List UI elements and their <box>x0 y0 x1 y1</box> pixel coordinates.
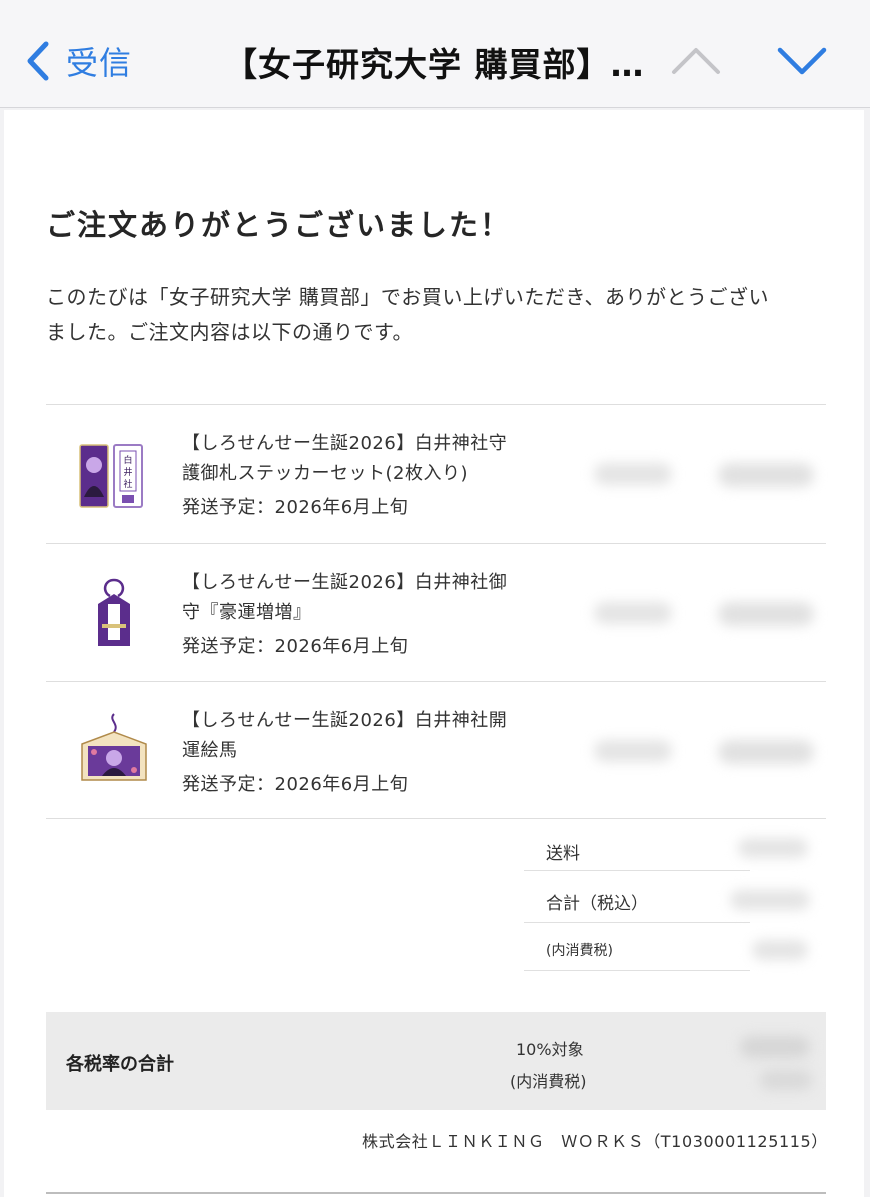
order-item: 白 井 社 【しろせんせー生誕2026】白井神社守 護御札ステッカーセット(2枚… <box>46 405 826 543</box>
total-label: 合計（税込） <box>546 894 648 914</box>
svg-text:井: 井 <box>123 466 132 478</box>
previous-message-icon[interactable] <box>666 38 726 84</box>
redacted-tax-amount <box>760 1070 812 1090</box>
tax-rate-summary: 各税率の合計 10%対象 (内消費税) <box>46 1012 826 1110</box>
intro-line: このたびは「女子研究大学 購買部」でお買い上げいただき、ありがとうござい <box>46 285 769 309</box>
email-heading: ご注文ありがとうございました！ <box>46 208 512 242</box>
tax-rate-note: (内消費税) <box>510 1072 587 1091</box>
shipping-fee-row: 送料 <box>524 824 750 871</box>
total-row: 合計（税込） <box>524 871 750 923</box>
shipping-fee-label: 送料 <box>546 844 580 864</box>
item-title: 【しろせんせー生誕2026】白井神社守 護御札ステッカーセット(2枚入り) <box>182 433 508 484</box>
item-shipping-date: 発送予定：2026年6月上旬 <box>182 636 409 657</box>
intro-line: ました。ご注文内容は以下の通りです。 <box>46 320 413 344</box>
redacted-quantity <box>594 602 672 624</box>
tax-rate-total-label: 各税率の合計 <box>66 1054 174 1075</box>
svg-text:白: 白 <box>123 454 132 466</box>
redacted-quantity <box>594 463 672 485</box>
item-title: 【しろせんせー生誕2026】白井神社開 運絵馬 <box>182 710 508 761</box>
order-item: 【しろせんせー生誕2026】白井神社御 守『豪運増増』 発送予定：2026年6月… <box>46 544 826 682</box>
company-name: 株式会社ＬＩＮＫＩＮＧ ＷＯＲＫＳ（T1030001125115） <box>362 1132 828 1151</box>
navigation-bar: 受信 【女子研究大学 購買部】… <box>0 0 870 108</box>
svg-text:社: 社 <box>123 478 132 490</box>
item-shipping-date: 発送予定：2026年6月上旬 <box>182 497 409 518</box>
redacted-shipping-fee <box>738 838 808 858</box>
email-intro: このたびは「女子研究大学 購買部」でお買い上げいただき、ありがとうござい ました… <box>46 280 836 350</box>
redacted-quantity <box>594 740 672 762</box>
tax-rate-target: 10%対象 <box>516 1040 584 1059</box>
redacted-total <box>730 890 810 910</box>
redacted-price <box>718 740 814 764</box>
redacted-price <box>718 463 814 487</box>
email-subject-title: 【女子研究大学 購買部】… <box>224 45 644 84</box>
redacted-price <box>718 602 814 626</box>
back-label: 受信 <box>66 44 133 82</box>
footer-divider <box>46 1192 826 1194</box>
chevron-left-icon <box>27 41 49 81</box>
tax-included-label: (内消費税) <box>546 943 613 959</box>
ema-thumbnail <box>81 713 147 781</box>
redacted-tax-base <box>740 1036 810 1058</box>
tax-included-row: (内消費税) <box>524 923 750 971</box>
sticker-set-thumbnail: 白 井 社 <box>79 444 143 508</box>
omamori-thumbnail <box>98 578 130 646</box>
item-shipping-date: 発送予定：2026年6月上旬 <box>182 774 409 795</box>
next-message-icon[interactable] <box>772 38 832 84</box>
redacted-tax <box>752 940 808 960</box>
order-item: 【しろせんせー生誕2026】白井神社開 運絵馬 発送予定：2026年6月上旬 <box>46 682 826 820</box>
item-title: 【しろせんせー生誕2026】白井神社御 守『豪運増増』 <box>182 572 508 623</box>
back-button[interactable]: 受信 <box>18 34 132 88</box>
divider <box>46 818 826 819</box>
